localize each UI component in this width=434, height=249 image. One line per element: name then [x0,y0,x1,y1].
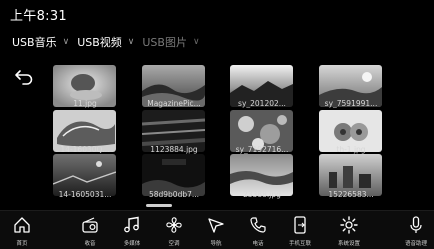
dock-item-home[interactable]: 首页 [4,215,40,249]
clock: 上午8:31 [10,9,67,24]
photo-caption: 14-1605031... [58,190,112,199]
photo-caption: 14-16030Q... [60,145,110,154]
dock-item-phone-link[interactable]: 手机互联 [282,215,318,249]
photo-caption: 58d9b0db7... [148,190,200,199]
back-arrow-icon [15,70,33,85]
dock-label: 多媒体 [123,241,141,247]
photo-caption: sy_7591991... [324,99,378,108]
tab-usb-pictures[interactable]: USB图片 ∨ [142,34,207,50]
tab-label: USB图片 [142,36,187,49]
scroll-indicator[interactable] [146,204,172,207]
tab-label: USB视频 [77,36,122,49]
tab-usb-video[interactable]: USB视频 ∨ [77,34,142,50]
chevron-down-icon: ∨ [62,37,70,47]
dock-item-music[interactable]: 多媒体 [114,215,150,249]
bottom-dock: 首页 收音 多媒体 空调 导航 电话 手机互联 系统设置 语音助理 [0,210,434,249]
radio-icon [82,217,98,233]
dock-label: 首页 [16,241,28,247]
dock-label: 电话 [252,241,264,247]
dock-label: 语音助理 [404,241,427,247]
photo-caption: sy_201202... [238,99,286,108]
microphone-icon [410,216,422,233]
navigation-icon [208,218,224,233]
dock-item-fan[interactable]: 空调 [156,215,192,249]
photo-caption: 15226583... [328,190,374,199]
tab-label: USB音乐 [12,36,57,49]
dock-label: 系统设置 [337,241,360,247]
photo-caption: sy_7192716... [235,145,289,154]
settings-icon [340,216,358,234]
dock-label: 收音 [84,241,96,247]
photo-caption: 1123884.jpg [150,145,198,154]
back-button[interactable] [12,66,36,88]
dock-item-settings[interactable]: 系统设置 [331,215,367,249]
photo-caption: th-1.jpg [336,145,366,154]
media-screen: 上午8:31 USB音乐 ∨ USB视频 ∨ USB图片 ∨ 11.jpg Mag… [0,0,434,249]
chevron-down-icon: ∨ [192,37,200,47]
photo-caption: 11.jpg [73,99,97,108]
phone-link-icon [294,216,306,234]
phone-icon [250,217,266,233]
dock-label: 手机互联 [288,241,311,247]
tab-usb-music[interactable]: USB音乐 ∨ [12,34,77,50]
music-icon [124,216,139,233]
photo-caption: 23388.jpg [243,190,281,199]
source-tabs: USB音乐 ∨ USB视频 ∨ USB图片 ∨ [12,33,208,51]
dock-item-microphone[interactable]: 语音助理 [398,215,434,249]
dock-item-navigation[interactable]: 导航 [198,215,234,249]
dock-item-phone[interactable]: 电话 [240,215,276,249]
chevron-down-icon: ∨ [127,37,135,47]
dock-label: 导航 [210,241,222,247]
dock-label: 空调 [168,241,180,247]
dock-item-radio[interactable]: 收音 [72,215,108,249]
photo-caption: MagazinePic... [147,99,201,108]
home-icon [14,217,30,233]
fan-icon [166,217,182,233]
